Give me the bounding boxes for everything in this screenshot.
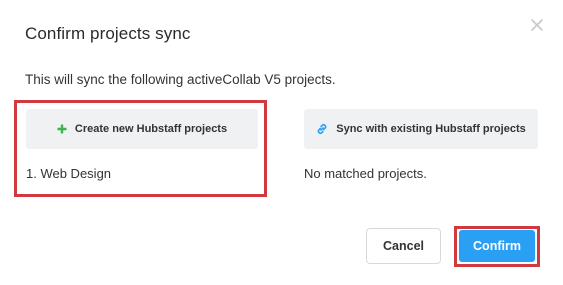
no-matched-projects-text: No matched projects. (304, 166, 427, 181)
sync-existing-projects-label: Sync with existing Hubstaff projects (336, 123, 526, 135)
link-icon (316, 123, 328, 135)
confirm-sync-dialog: Confirm projects sync This will sync the… (0, 0, 563, 285)
confirm-button[interactable]: Confirm (459, 230, 535, 262)
plus-icon (57, 124, 67, 134)
cancel-button[interactable]: Cancel (366, 228, 441, 264)
create-new-projects-label: Create new Hubstaff projects (74, 123, 228, 135)
create-new-projects-button[interactable]: Create new Hubstaff projects (26, 109, 258, 149)
list-item: 1. Web Design (26, 166, 112, 181)
sync-existing-projects-button[interactable]: Sync with existing Hubstaff projects (304, 109, 538, 149)
dialog-title: Confirm projects sync (25, 24, 191, 43)
close-icon[interactable] (528, 16, 546, 34)
dialog-description: This will sync the following activeColla… (25, 72, 336, 87)
